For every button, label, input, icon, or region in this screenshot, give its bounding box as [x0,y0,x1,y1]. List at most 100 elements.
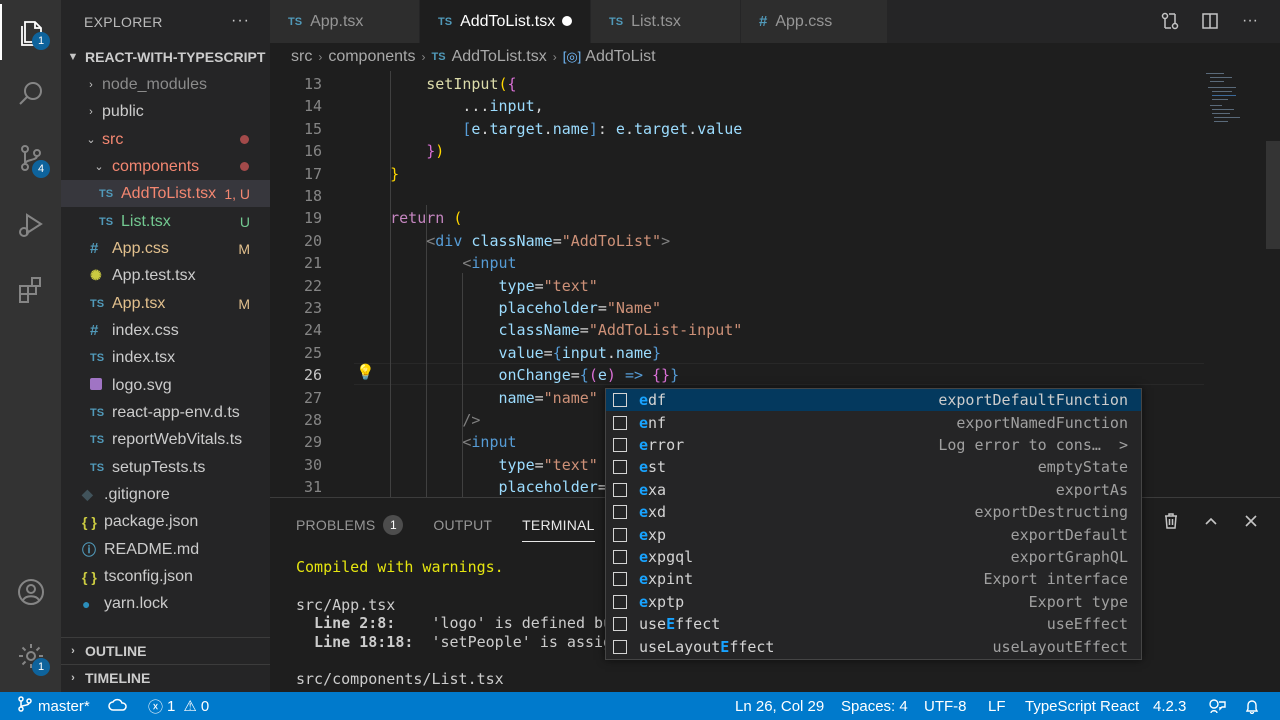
timeline-section-header[interactable]: › TIMELINE [61,664,270,691]
minimap[interactable] [1204,71,1264,497]
settings-gear-icon[interactable] [0,628,61,684]
breadcrumb-file[interactable]: AddToList.tsx [452,48,547,66]
compare-changes-icon[interactable] [1160,10,1180,32]
tree-item-label: App.tsx [112,294,166,312]
tree-item-label: App.css [112,239,169,257]
suggestion-detail: exportDefaultFunction [938,391,1128,410]
chevron-right-icon: › [89,78,93,91]
tree-item-setup-tests[interactable]: TS setupTests.ts [61,454,270,481]
tree-item-yarn-lock[interactable]: ● yarn.lock [61,590,270,617]
suggestion-item[interactable]: enf exportNamedFunction [606,411,1141,433]
tab-addtolist-tsx[interactable]: TS AddToList.tsx [420,0,590,43]
explorer-icon[interactable] [0,4,61,60]
more-actions-icon[interactable]: ··· [1240,10,1260,32]
tree-item-logo[interactable]: logo.svg [61,372,270,399]
suggestion-item[interactable]: expint Export interface [606,568,1141,590]
breadcrumb-components[interactable]: components [328,48,415,66]
typescript-icon: TS [609,15,624,28]
more-actions-icon[interactable]: ··· [231,12,250,30]
source-control-icon[interactable] [0,130,61,186]
suggestion-item[interactable]: exd exportDestructing [606,501,1141,523]
search-icon[interactable] [0,66,61,122]
notifications-bell-icon[interactable] [1244,692,1260,720]
tree-item-addtolist[interactable]: TS AddToList.tsx 1, U [61,180,270,207]
suggestion-item[interactable]: useEffect useEffect [606,613,1141,635]
tree-item-index-css[interactable]: # index.css [61,317,270,344]
tree-item-list[interactable]: TS List.tsx U [61,208,270,235]
line-number: 27 [303,388,322,407]
tree-item-index-tsx[interactable]: TS index.tsx [61,344,270,371]
breadcrumb-symbol[interactable]: AddToList [585,48,655,66]
tree-item-label: public [102,102,144,120]
unsaved-dot-icon[interactable] [562,16,572,26]
status-bar: master* ⓧ 1 ⚠ 0 Ln 26, Col 29 Spaces: 4 … [0,692,1280,720]
sync-icon[interactable] [108,692,128,720]
account-icon[interactable] [0,564,61,620]
tree-item-components[interactable]: ⌄ components [61,153,270,180]
tree-item-node-modules[interactable]: › node_modules [61,71,270,98]
tab-output[interactable]: OUTPUT [433,510,492,540]
file-status: M [238,240,250,257]
tree-item-package-json[interactable]: { } package.json [61,508,270,535]
tree-item-report-web-vitals[interactable]: TS reportWebVitals.ts [61,426,270,453]
indentation[interactable]: Spaces: 4 [841,692,908,720]
tab-list-tsx[interactable]: TS List.tsx [591,0,740,43]
suggestion-item[interactable]: exptp Export type [606,591,1141,613]
snippet-icon [613,437,627,452]
tab-app-css[interactable]: # App.css [741,0,887,43]
chevron-right-icon: › [71,672,75,684]
tree-item-public[interactable]: › public [61,98,270,125]
project-section-header[interactable]: ▼ REACT-WITH-TYPESCRIPT [61,43,270,70]
problems-status[interactable]: ⓧ 1 ⚠ 0 [148,692,209,720]
tree-item-gitignore[interactable]: ◆ .gitignore [61,481,270,508]
suggestion-item[interactable]: exp exportDefault [606,523,1141,545]
editor-tab-bar: TS App.tsx TS AddToList.tsx TS List.tsx … [270,0,1280,43]
cursor-position[interactable]: Ln 26, Col 29 [735,692,824,720]
language-mode[interactable]: TypeScript React [1025,692,1139,720]
typescript-icon: TS [90,461,105,474]
suggestion-item[interactable]: exa exportAs [606,479,1141,501]
tab-problems[interactable]: PROBLEMS 1 [296,510,404,540]
tree-item-readme[interactable]: ⓘ README.md [61,536,270,563]
trash-icon[interactable] [1162,512,1180,530]
tree-item-label: AddToList.tsx [121,184,217,202]
branch-status[interactable]: master* [18,692,90,720]
tree-item-label: List.tsx [121,212,171,230]
feedback-icon[interactable] [1208,692,1226,720]
tree-item-app-css[interactable]: # App.css M [61,235,270,262]
suggestion-detail: useEffect [1046,615,1128,634]
tree-item-src[interactable]: ⌄ src [61,126,270,153]
suggestion-item[interactable]: error Log error to cons… > [606,434,1141,456]
tab-app-tsx[interactable]: TS App.tsx [270,0,419,43]
line-number: 16 [303,142,322,161]
maximize-panel-icon[interactable] [1202,512,1220,530]
tab-label: PROBLEMS [296,517,376,533]
outline-title: OUTLINE [85,643,147,659]
code-line-29: <input [462,433,517,451]
typescript-icon: TS [99,187,114,200]
end-of-line[interactable]: LF [988,692,1006,720]
run-debug-icon[interactable] [0,196,61,252]
line-number: 21 [303,254,322,273]
tree-item-tsconfig[interactable]: { } tsconfig.json [61,563,270,590]
tree-item-app-test[interactable]: ✺ App.test.tsx [61,262,270,289]
vertical-scrollbar[interactable] [1266,141,1280,249]
outline-section-header[interactable]: › OUTLINE [61,637,270,664]
suggestion-item[interactable]: useLayoutEffect useLayoutEffect [606,635,1141,657]
suggestion-item[interactable]: edf exportDefaultFunction [606,389,1141,412]
tab-terminal[interactable]: TERMINAL [522,510,595,542]
close-panel-icon[interactable] [1242,512,1260,530]
tree-item-app-tsx[interactable]: TS App.tsx M [61,290,270,317]
suggestion-item[interactable]: expgql exportGraphQL [606,546,1141,568]
breadcrumb-src[interactable]: src [291,48,312,66]
encoding[interactable]: UTF-8 [924,692,967,720]
warning-location: Line 2:8: [296,614,396,632]
file-status: U [239,213,250,230]
suggestion-item[interactable]: est emptyState [606,456,1141,478]
tree-item-react-app-env[interactable]: TS react-app-env.d.ts [61,399,270,426]
ts-version[interactable]: 4.2.3 [1153,692,1186,720]
extensions-icon[interactable] [0,262,61,318]
error-dot [240,135,249,144]
info-icon: ⓘ [82,541,96,558]
split-editor-icon[interactable] [1200,10,1220,32]
